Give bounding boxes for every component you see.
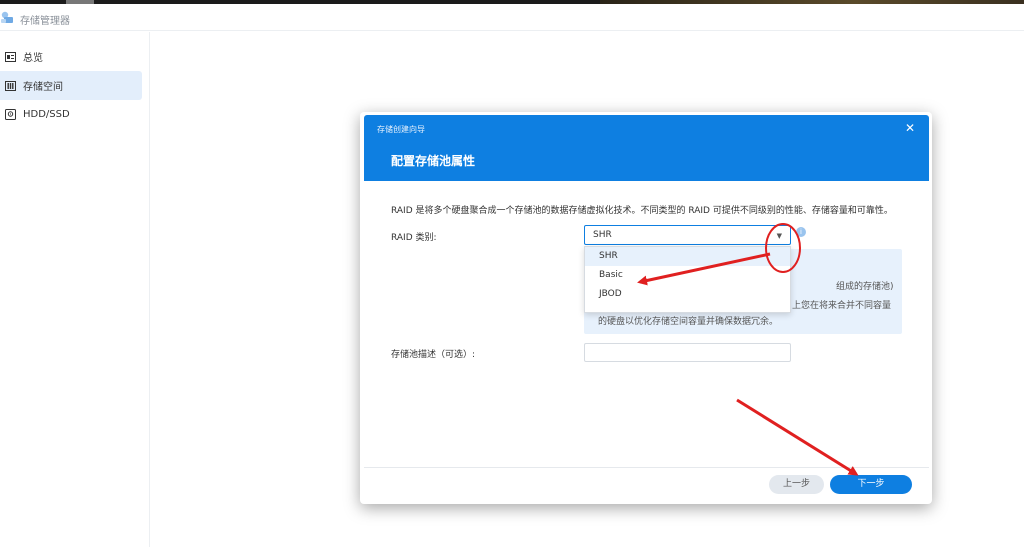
dialog-step-title: 配置存储池属性 [391,154,476,168]
info-icon[interactable]: i [796,227,806,237]
sidebar-item-label: 总览 [23,53,43,64]
raid-type-selected-value: SHR [593,230,612,240]
sidebar-item-storage[interactable]: 存储空间 [0,71,142,100]
pool-description-label: 存储池描述（可选）: [391,350,476,360]
disk-icon [5,109,16,120]
app-header: 存储管理器 [0,4,1024,31]
close-icon[interactable]: ✕ [904,122,916,134]
next-button[interactable]: 下一步 [830,475,912,494]
raid-option-shr[interactable]: SHR [585,247,790,266]
sidebar-item-hdd-ssd[interactable]: HDD/SSD [0,100,142,129]
previous-button[interactable]: 上一步 [769,475,824,494]
raid-option-basic[interactable]: Basic [585,266,790,285]
raid-info-line: 上您在将来合并不同容量 [792,301,892,311]
raid-type-dropdown: SHR Basic JBOD [584,246,791,313]
raid-info-line: 组成的存储池) [836,282,894,292]
sidebar: 总览 存储空间 HDD/SSD [0,32,150,547]
storage-wizard-dialog: 存储创建向导 ✕ 配置存储池属性 RAID 是将多个硬盘聚合成一个存储池的数据存… [364,115,929,501]
raid-type-label: RAID 类别: [391,233,437,243]
dialog-header: 存储创建向导 ✕ 配置存储池属性 [364,115,929,181]
pool-description-input[interactable] [584,343,791,362]
app-title: 存储管理器 [20,16,70,27]
storage-icon [5,80,16,91]
chevron-down-icon[interactable]: ▼ [777,232,782,240]
overview-icon [5,51,16,62]
storage-manager-logo-icon [1,11,13,23]
raid-option-jbod[interactable]: JBOD [585,285,790,304]
raid-description: RAID 是将多个硬盘聚合成一个存储池的数据存储虚拟化技术。不同类型的 RAID… [391,206,893,216]
dialog-wizard-title: 存储创建向导 [377,125,425,134]
sidebar-item-label: 存储空间 [23,82,63,93]
raid-info-line: 的硬盘以优化存储空间容量并确保数据冗余。 [598,317,779,327]
sidebar-item-overview[interactable]: 总览 [0,42,142,71]
raid-type-select[interactable]: SHR ▼ [584,225,791,245]
dialog-footer-divider [364,467,929,468]
sidebar-item-label: HDD/SSD [23,109,70,120]
